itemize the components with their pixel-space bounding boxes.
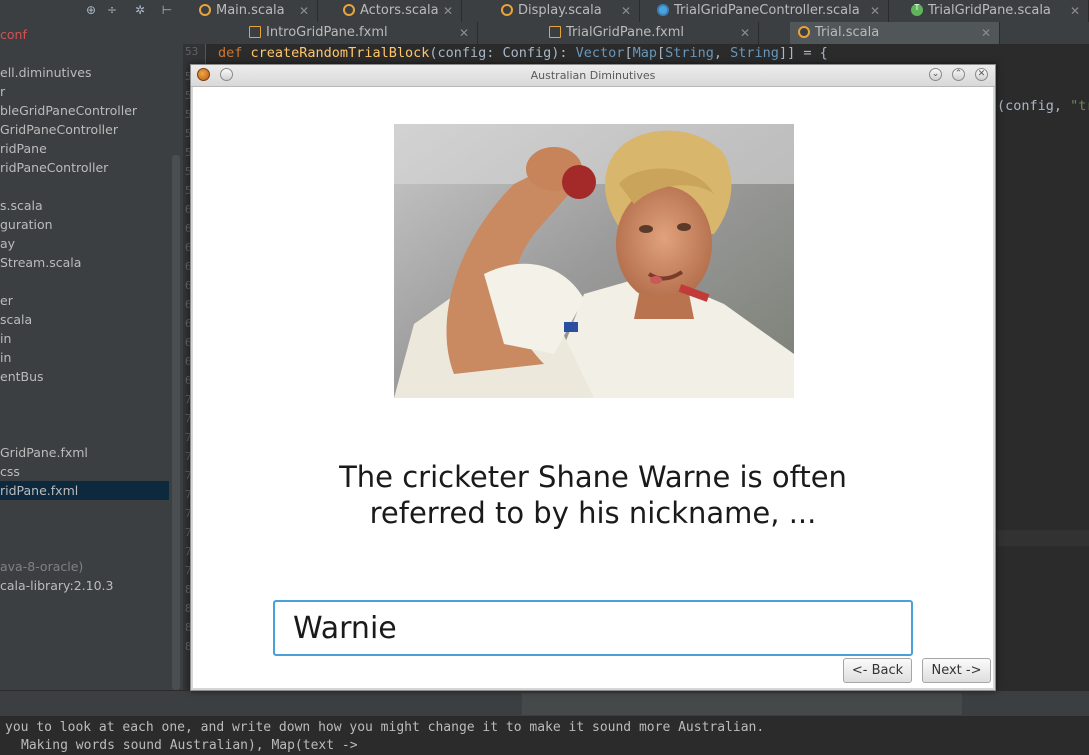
tab-close-icon[interactable]: ✕ [443,0,453,22]
collapse-icon[interactable]: ÷ [105,3,119,17]
tab-close-icon[interactable]: ✕ [1070,0,1080,22]
question-text: The cricketer Shane Warne is often refer… [293,459,893,531]
code-text: (config: Config): [429,45,576,61]
project-tree-item[interactable]: ridPane [0,139,169,158]
dialog-content: The cricketer Shane Warne is often refer… [193,87,993,688]
editor-tab[interactable]: TrialGridPaneController.scala ✕ [649,0,889,22]
dialog-title: Australian Diminutives [530,69,656,82]
code-text: (config, [997,98,1071,114]
code-type: Map [632,45,657,61]
console-output[interactable]: you to look at each one, and write down … [0,716,1089,753]
class-icon [657,3,669,16]
cricketer-photo [394,124,794,398]
tab-label: Actors.scala [360,3,439,18]
tab-close-icon[interactable]: ✕ [981,22,991,44]
project-scrollbar[interactable] [172,155,180,690]
tab-label: IntroGridPane.fxml [266,25,388,40]
code-line[interactable]: def createRandomTrialBlock(config: Confi… [218,44,828,62]
code-text: [ [624,45,633,61]
code-text: , [713,45,731,61]
project-tree-item[interactable]: cala-library:2.10.3 [0,576,169,595]
code-type: Vector [575,45,625,61]
project-tree-item[interactable]: GridPaneController [0,120,169,139]
code-keyword: def [218,45,243,61]
answer-input[interactable] [273,600,913,656]
object-icon [798,25,810,38]
editor-tabs-row-1: Main.scala ✕ Actors.scala ✕ Display.scala ✕ Tr… [183,0,1089,23]
editor-tab[interactable]: TrialGridPane.fxml ✕ [541,22,759,44]
project-tree-item[interactable]: ay [0,234,169,253]
project-tree-item[interactable]: r [0,82,169,101]
back-button[interactable]: <- Back [843,658,912,683]
trait-icon: T [911,3,923,16]
editor-tab[interactable]: Trial.scala ✕ [790,22,1000,44]
object-icon [343,3,355,16]
project-tree-item[interactable]: guration [0,215,169,234]
project-tree-item[interactable]: ava-8-oracle) [0,557,169,576]
tab-close-icon[interactable]: ✕ [621,0,631,22]
project-tree-item[interactable]: ridPane.fxml [0,481,169,500]
tab-close-icon[interactable]: ✕ [459,22,469,44]
fxml-file-icon [549,25,561,38]
tab-close-icon[interactable]: ✕ [740,22,750,44]
minimize-button[interactable]: ⌄ [929,68,942,81]
editor-tab[interactable]: Main.scala ✕ [191,0,318,22]
code-type: String [730,45,779,61]
question-line: The cricketer Shane Warne is often [339,460,847,494]
console-line: Making words sound Australian), Map(text… [21,738,358,753]
project-tree-item[interactable]: GridPane.fxml [0,443,169,462]
project-tree-item[interactable]: ell.diminutives [0,63,169,82]
project-tree-item[interactable]: scala [0,310,169,329]
tab-close-icon[interactable]: ✕ [299,0,309,22]
dialog-titlebar[interactable]: Australian Diminutives ⌄ ⌃ ✕ [191,65,995,87]
code-text: [ [656,45,666,61]
tab-close-icon[interactable]: ✕ [870,0,880,22]
project-tree-item[interactable]: in [0,348,169,367]
code-function-name: createRandomTrialBlock [250,45,430,61]
question-line: referred to by his nickname, ... [369,496,817,530]
fxml-file-icon [249,25,261,38]
maximize-button[interactable]: ⌃ [952,68,965,81]
code-string: "tr [1070,98,1089,114]
editor-line-highlight [997,530,1089,546]
code-type: String [665,45,714,61]
editor-tab[interactable]: Actors.scala ✕ [335,0,462,22]
project-tree-item[interactable]: in [0,329,169,348]
line-number: 53 [185,45,199,58]
gear-icon[interactable]: ✲ [133,3,147,17]
project-tree-item[interactable]: bleGridPaneController [0,101,169,120]
project-toolbar: ⊕ ÷ ✲ ⊢ [0,0,183,23]
tab-label: Trial.scala [815,25,880,40]
object-icon [501,3,513,16]
editor-tab[interactable]: IntroGridPane.fxml ✕ [241,22,478,44]
editor-tab[interactable]: T TrialGridPane.scala ✕ [903,0,1089,22]
project-tree-item[interactable]: conf [0,25,169,44]
project-tree: conf ell.diminutives r bleGridPaneControlle… [0,22,183,690]
project-tree-item[interactable]: ridPaneController [0,158,169,177]
object-icon [199,3,211,16]
target-icon[interactable]: ⊕ [84,3,98,17]
tab-label: Main.scala [216,3,285,18]
run-toolbar [0,690,1089,716]
project-tree-item[interactable]: s.scala [0,196,169,215]
tab-label: Display.scala [518,3,602,18]
editor-tab[interactable]: Display.scala ✕ [493,0,640,22]
hide-panel-icon[interactable]: ⊢ [160,3,174,17]
code-text: ]] = { [778,45,828,61]
code-fragment[interactable]: (config, "tr [997,97,1089,115]
run-toolbar-highlight [522,693,962,715]
tab-label: TrialGridPane.scala [928,3,1051,18]
close-button[interactable]: ✕ [975,68,988,81]
project-tree-item[interactable]: Stream.scala [0,253,169,272]
tab-label: TrialGridPaneController.scala [674,3,860,18]
project-tree-item[interactable]: css [0,462,169,481]
editor-tabs-row-2: IntroGridPane.fxml ✕ TrialGridPane.fxml ✕ Tr… [183,22,1089,45]
project-tree-item[interactable]: entBus [0,367,169,386]
console-line: you to look at each one, and write down … [5,720,765,735]
dialog-window: Australian Diminutives ⌄ ⌃ ✕ The cricket… [190,64,996,691]
tab-label: TrialGridPane.fxml [566,25,684,40]
next-button[interactable]: Next -> [922,658,991,683]
project-tree-item[interactable]: er [0,291,169,310]
